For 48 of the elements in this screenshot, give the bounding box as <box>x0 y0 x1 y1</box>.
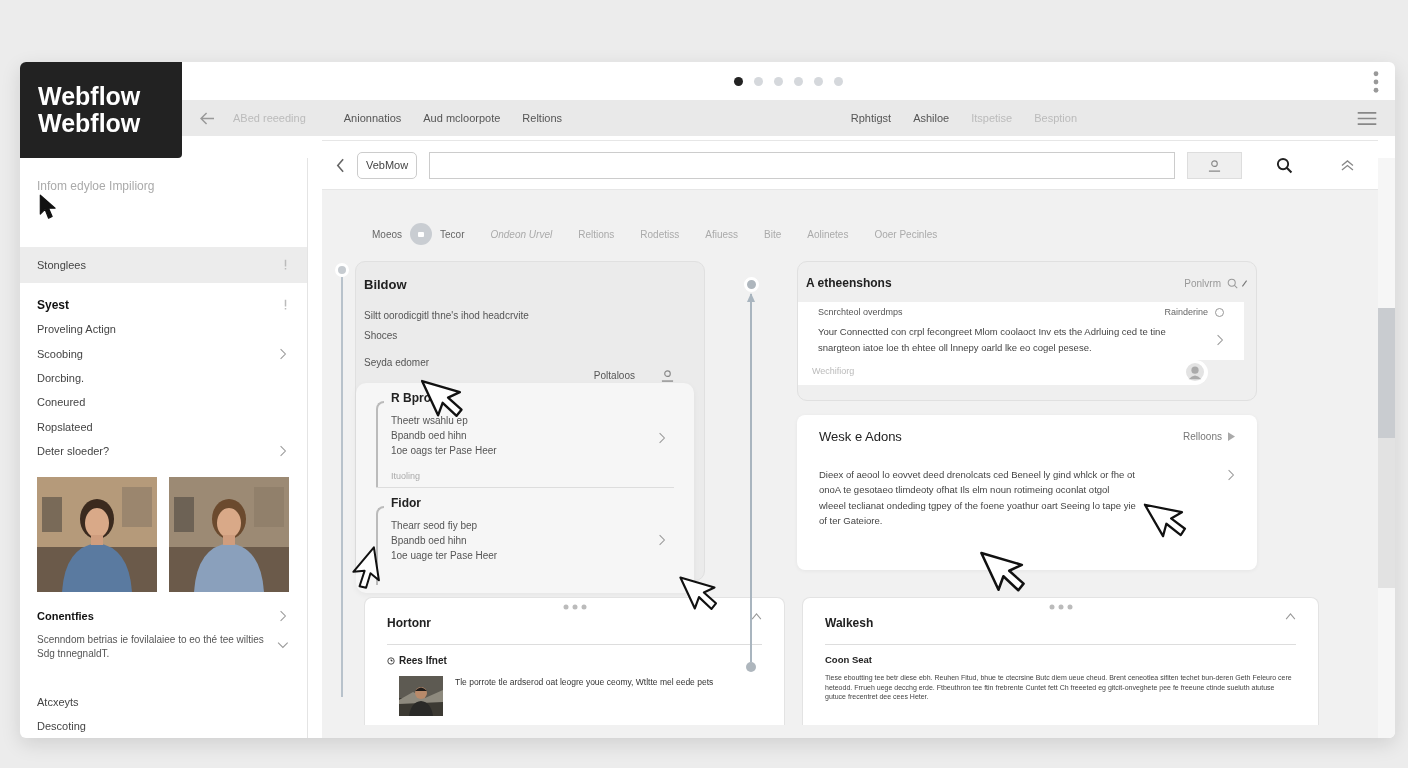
card-subtitle: Coon Seat <box>825 653 873 667</box>
card-title: Wesk e Adons <box>819 428 902 446</box>
card-title: Walkesh <box>825 615 874 632</box>
card-text: Dieex of aeool lo eovvet deed drenolcats ced Beneel ly gind whlck or fhe ot onoA te gesotaeo tlimdeoty ofhat Ils elm noun rotimeing oconlat otgol wleeel teclianat ondeding tgpey of the foene yoathur oart Seeing lo tape yie of ter Gateiore. <box>819 467 1137 528</box>
sidebar-item[interactable]: Scoobing <box>20 341 307 367</box>
tab[interactable]: Tecor <box>410 223 465 245</box>
panel-subtitle: Seyda edomer <box>363 355 431 370</box>
site-chip[interactable]: VebMow <box>356 151 418 179</box>
sidebar-hint: Infom edyloe Impiliorg <box>36 178 156 195</box>
sidebar-item[interactable]: Atcxeyts <box>20 690 307 715</box>
item-text: Bpandb oed hihn <box>391 534 468 548</box>
card-text: Tle porrote tle ardserod oat leogre youe ceomy, Wtltte mel eede pets <box>455 676 714 689</box>
panel-text: Shoces <box>363 328 399 343</box>
nav-link[interactable]: Anionnatios <box>343 109 402 127</box>
section-description: Scenndom betrias ie fovilalaiee to eo thé tee wilties Sdg tnnegnaldT. <box>37 632 265 661</box>
item-text: Thearr seod fiy bep <box>391 519 479 533</box>
sidebar-item[interactable]: Coneured <box>20 390 307 415</box>
nav-link[interactable]: Reltions <box>522 109 563 127</box>
item-title: R Bpro <box>391 389 432 407</box>
option-label: Rainderine <box>1164 306 1208 319</box>
logo: Webflow Webflow <box>20 62 182 158</box>
panel-title: A etheenshons <box>806 275 892 292</box>
card-title: Scnrchteol overdmps <box>818 306 903 319</box>
card-title: Hortonr <box>387 615 431 632</box>
sidebar-item[interactable]: Deter sloeder? <box>20 438 307 464</box>
item-footer: Ituoling <box>391 469 658 483</box>
item-text: 1oe uage ter Pase Heer <box>391 549 499 563</box>
sidebar-item[interactable]: Descoting <box>20 714 307 738</box>
nav-link[interactable]: Ashiloe <box>913 109 950 127</box>
item-text: Theetr wsahlu ep <box>391 413 469 428</box>
card-text: Your Connectted con crpl fecongreet Mlom coolaoct Inv ets the Adrluing ced te tine snargteon iatoe loe th ehtee oll lnnepy oarld lke eo cogel pesese. <box>818 324 1167 355</box>
card-subtitle: Rees Ifnet <box>399 654 447 668</box>
sidebar-item[interactable]: Proveling Actign <box>20 317 307 342</box>
sidebar-item[interactable]: Ropslateed <box>20 414 307 439</box>
sidebar-item[interactable]: Stonglees <box>20 246 307 284</box>
nav-link[interactable]: Aud mcloorpote <box>423 109 501 127</box>
sidebar-item[interactable]: Dorcbing. <box>20 366 307 391</box>
panel-title: Bildow <box>363 276 408 294</box>
item-text: Bpandb oed hihn <box>391 428 468 443</box>
subtab[interactable]: Poltaloos <box>593 367 635 383</box>
item-text: 1oe oags ter Pase Heer <box>391 443 498 458</box>
sidebar-item[interactable]: Syest <box>20 293 307 318</box>
card-action[interactable]: Relloons <box>1183 429 1222 445</box>
tab[interactable]: Moeos <box>372 226 402 242</box>
panel-text: Siltt oorodicgitl thne's ihod headcrvite <box>363 308 530 323</box>
nav-link[interactable]: Rphtigst <box>850 109 892 127</box>
item-title: Fidor <box>391 495 422 512</box>
section-title: Conentfies <box>37 609 94 625</box>
